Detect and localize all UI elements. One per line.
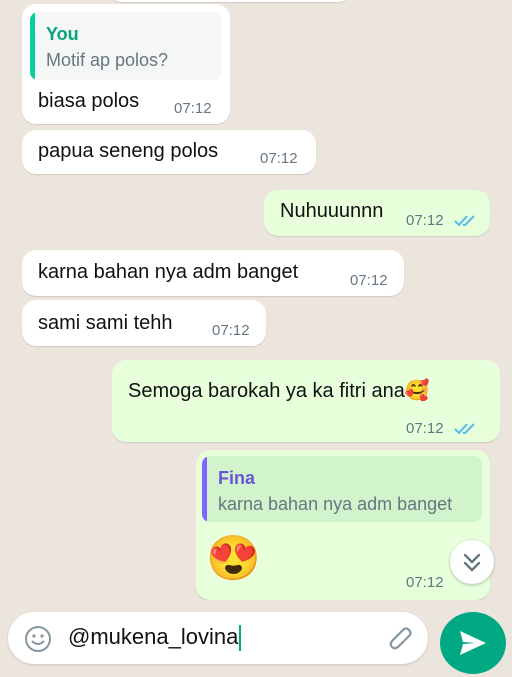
send-icon [460,631,486,655]
reply-quote[interactable]: You Motif ap polos? [30,12,222,80]
heart-eyes-emoji: 😍 [206,534,261,583]
message-time: 07:12 [212,322,250,339]
quote-text: karna bahan nya adm banget [218,494,453,514]
message-time: 07:12 [174,100,212,117]
message-text: Semoga barokah ya ka fitri ana🥰 [128,378,430,403]
message-input[interactable]: @mukena_lovina [68,624,242,654]
message-time: 07:12 [406,574,444,591]
message-text: sami sami tehh [38,312,173,334]
double-check-icon [454,215,475,227]
outgoing-message[interactable]: Fina karna bahan nya adm banget 😍 07:12 [196,450,490,600]
outgoing-message[interactable]: Semoga barokah ya ka fitri ana🥰 07:12 [112,360,500,442]
message-text: Nuhuuunnn [280,200,384,222]
message-time: 07:12 [406,212,444,229]
quote-bar [202,456,207,522]
chat-area[interactable]: You Motif ap polos? biasa polos 07:12 pa… [0,0,512,600]
partial-bubble [110,0,350,2]
message-time: 07:12 [350,272,388,289]
emoji-icon[interactable] [24,625,52,653]
reply-quote[interactable]: Fina karna bahan nya adm banget [202,456,482,522]
incoming-message[interactable]: karna bahan nya adm banget 07:12 [22,250,404,296]
double-check-icon [454,423,475,435]
quote-text: Motif ap polos? [46,50,169,70]
input-value: @mukena_lovina [68,624,239,649]
text-cursor [239,625,242,652]
message-time: 07:12 [260,150,298,167]
incoming-message[interactable]: sami sami tehh 07:12 [22,300,266,346]
quote-author: You [46,24,79,44]
scroll-down-button[interactable] [450,540,494,584]
quote-bar [30,12,35,80]
chevrons-down-icon [463,553,481,572]
outgoing-message[interactable]: Nuhuuunnn 07:12 [264,190,490,236]
message-text: karna bahan nya adm banget [38,261,299,283]
smiling-hearts-emoji: 🥰 [404,380,430,402]
message-text-body: Semoga barokah ya ka fitri ana [128,380,405,402]
quote-author: Fina [218,468,256,488]
message-time: 07:12 [406,420,444,437]
paperclip-icon[interactable] [386,624,416,654]
message-text: papua seneng polos [38,140,219,162]
incoming-message[interactable]: You Motif ap polos? biasa polos 07:12 [22,4,230,124]
incoming-message[interactable]: papua seneng polos 07:12 [22,130,316,174]
send-button[interactable] [440,612,506,674]
message-input-bar: @mukena_lovina [8,612,428,664]
message-text: biasa polos [38,90,140,112]
